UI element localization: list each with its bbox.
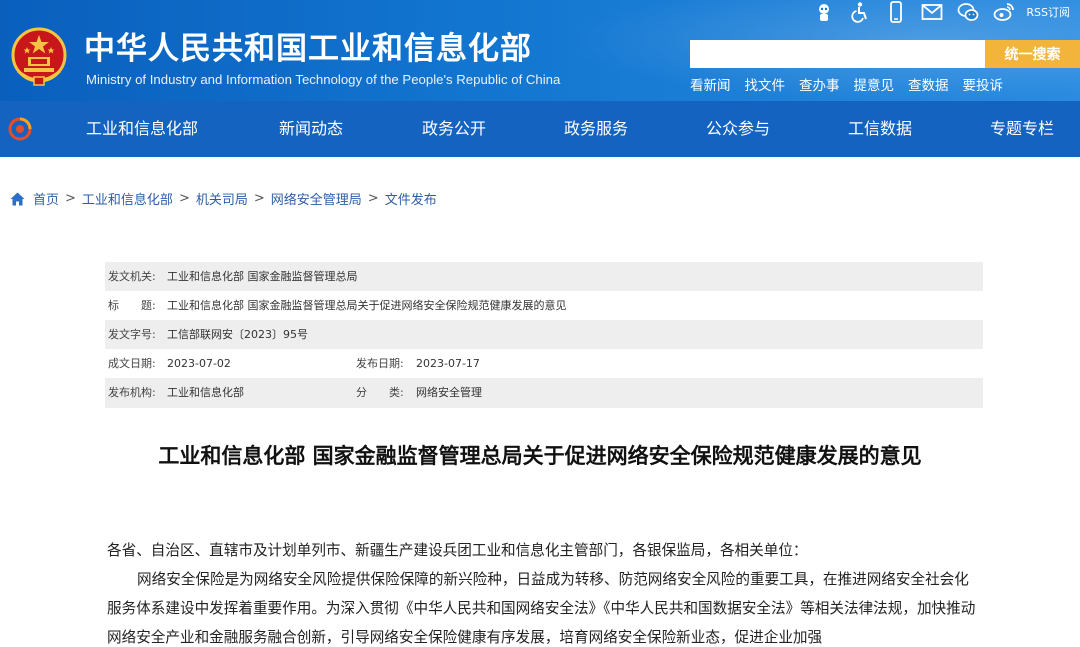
docno-label: 发文字号: bbox=[108, 328, 156, 341]
docno-value: 工信部联网安〔2023〕95号 bbox=[167, 328, 308, 341]
category-value: 网络安全管理 bbox=[416, 386, 482, 399]
site-subtitle: Ministry of Industry and Information Tec… bbox=[86, 72, 561, 87]
written-date-label: 成文日期: bbox=[108, 357, 156, 370]
category-label: 分 类: bbox=[356, 386, 404, 399]
nav-item-public-participation[interactable]: 公众参与 bbox=[706, 101, 770, 157]
rss-link[interactable]: RSS订阅 bbox=[1026, 4, 1070, 20]
utility-icons: RSS订阅 bbox=[806, 0, 1070, 24]
breadcrumb-separator: > bbox=[253, 191, 265, 206]
info-row-title: 标 题: 工业和信息化部 国家金融监督管理总局关于促进网络安全保险规范健康发展的… bbox=[105, 291, 983, 320]
nav-item-news[interactable]: 新闻动态 bbox=[279, 101, 343, 157]
quick-links: 看新闻 找文件 查办事 提意见 查数据 要投诉 bbox=[690, 74, 1003, 94]
nav-item-government-affairs[interactable]: 政务公开 bbox=[422, 101, 486, 157]
published-date-value: 2023-07-17 bbox=[416, 357, 480, 370]
quick-link-files[interactable]: 找文件 bbox=[745, 74, 786, 94]
site-title[interactable]: 中华人民共和国工业和信息化部 bbox=[84, 30, 532, 68]
article-body: 各省、自治区、直辖市及计划单列市、新疆生产建设兵团工业和信息化主管部门，各银保监… bbox=[107, 536, 983, 647]
national-emblem-icon[interactable] bbox=[10, 27, 68, 87]
info-row-dates: 成文日期: 2023-07-02 发布日期: 2023-07-17 bbox=[105, 349, 983, 378]
breadcrumb: 首页 > 工业和信息化部 > 机关司局 > 网络安全管理局 > 文件发布 bbox=[10, 189, 437, 208]
nav-logo-icon[interactable] bbox=[8, 117, 32, 141]
title-value: 工业和信息化部 国家金融监督管理总局关于促进网络安全保险规范健康发展的意见 bbox=[167, 299, 567, 312]
article-salutation: 各省、自治区、直辖市及计划单列市、新疆生产建设兵团工业和信息化主管部门，各银保监… bbox=[107, 542, 808, 559]
breadcrumb-separator: > bbox=[65, 191, 76, 206]
info-row-issuer: 发文机关: 工业和信息化部 国家金融监督管理总局 bbox=[105, 262, 983, 291]
search-input[interactable] bbox=[690, 40, 985, 68]
title-label: 标 题: bbox=[108, 299, 156, 312]
quick-link-complaint[interactable]: 要投诉 bbox=[963, 74, 1004, 94]
org-value: 工业和信息化部 bbox=[167, 386, 244, 399]
article-paragraph: 网络安全保险是为网络安全风险提供保险保障的新兴险种，日益成为转移、防范网络安全风… bbox=[107, 571, 976, 646]
issuer-value: 工业和信息化部 国家金融监督管理总局 bbox=[167, 270, 358, 283]
breadcrumb-ministry[interactable]: 工业和信息化部 bbox=[82, 189, 173, 208]
org-label: 发布机构: bbox=[108, 386, 156, 399]
published-date-label: 发布日期: bbox=[356, 357, 404, 370]
weibo-icon[interactable] bbox=[986, 0, 1022, 24]
quick-link-data[interactable]: 查数据 bbox=[908, 74, 949, 94]
main-nav: 工业和信息化部 新闻动态 政务公开 政务服务 公众参与 工信数据 专题专栏 bbox=[0, 101, 1080, 157]
wechat-icon[interactable] bbox=[950, 0, 986, 24]
breadcrumb-separator: > bbox=[367, 191, 379, 206]
mobile-icon[interactable] bbox=[878, 0, 914, 24]
home-icon[interactable] bbox=[10, 192, 25, 206]
breadcrumb-file-release[interactable]: 文件发布 bbox=[385, 189, 437, 208]
info-row-org: 发布机构: 工业和信息化部 分 类: 网络安全管理 bbox=[105, 378, 983, 408]
breadcrumb-home[interactable]: 首页 bbox=[33, 189, 59, 208]
article-title: 工业和信息化部 国家金融监督管理总局关于促进网络安全保险规范健康发展的意见 bbox=[158, 444, 922, 468]
written-date-value: 2023-07-02 bbox=[167, 357, 231, 370]
mail-icon[interactable] bbox=[914, 0, 950, 24]
info-row-docno: 发文字号: 工信部联网安〔2023〕95号 bbox=[105, 320, 983, 349]
robot-icon[interactable] bbox=[806, 0, 842, 24]
quick-link-news[interactable]: 看新闻 bbox=[690, 74, 731, 94]
document-info-table: 发文机关: 工业和信息化部 国家金融监督管理总局 标 题: 工业和信息化部 国家… bbox=[105, 262, 983, 408]
nav-item-services[interactable]: 政务服务 bbox=[564, 101, 628, 157]
issuer-label: 发文机关: bbox=[108, 270, 156, 283]
accessibility-icon[interactable] bbox=[842, 0, 878, 24]
nav-item-special-topics[interactable]: 专题专栏 bbox=[990, 101, 1054, 157]
nav-item-data[interactable]: 工信数据 bbox=[848, 101, 912, 157]
breadcrumb-separator: > bbox=[178, 191, 190, 206]
breadcrumb-cybersecurity-bureau[interactable]: 网络安全管理局 bbox=[271, 189, 362, 208]
quick-link-feedback[interactable]: 提意见 bbox=[854, 74, 895, 94]
site-header: 中华人民共和国工业和信息化部 Ministry of Industry and … bbox=[0, 0, 1080, 101]
nav-item-ministry[interactable]: 工业和信息化部 bbox=[86, 101, 198, 157]
search-button[interactable]: 统一搜索 bbox=[985, 40, 1080, 68]
breadcrumb-departments[interactable]: 机关司局 bbox=[196, 189, 248, 208]
quick-link-services[interactable]: 查办事 bbox=[799, 74, 840, 94]
